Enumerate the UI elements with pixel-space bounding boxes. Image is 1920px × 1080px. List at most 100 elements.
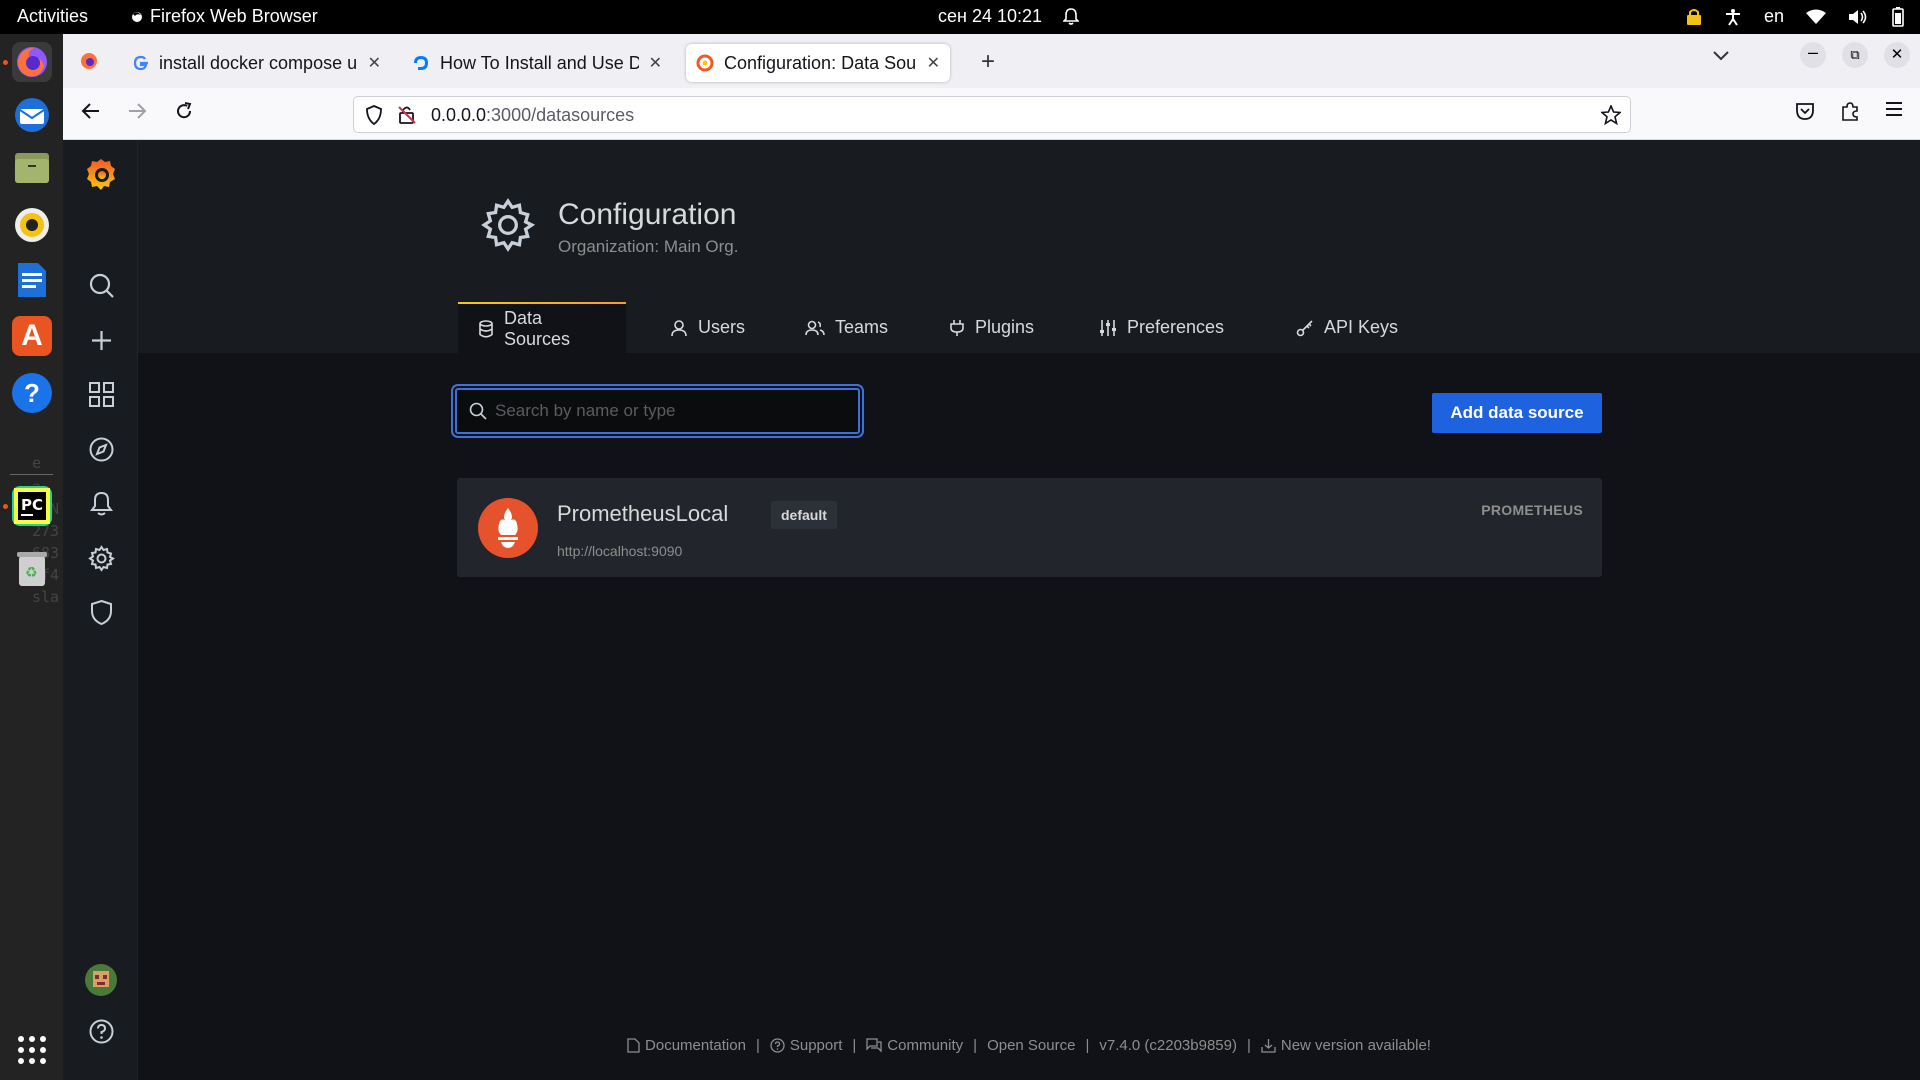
wifi-icon[interactable] [1806,9,1826,25]
insecure-lock-icon[interactable] [398,105,416,125]
writer-dock-icon[interactable] [12,260,52,300]
tab-label: Preferences [1127,317,1225,337]
notification-bell-icon[interactable] [1063,8,1079,26]
open-source-link[interactable]: Open Source [987,1037,1075,1054]
list-all-tabs-chevron-icon[interactable] [1712,50,1730,62]
clock[interactable]: сен 24 10:21 [938,6,1042,27]
tracking-shield-icon[interactable] [365,105,383,125]
vpn-lock-icon[interactable] [1686,8,1702,26]
rhythmbox-dock-icon[interactable] [12,205,52,245]
support-label: Support [789,1037,843,1054]
tab-users[interactable]: Users [650,302,765,353]
support-link[interactable]: Support [770,1037,843,1054]
browser-tab[interactable]: How To Install and Use Do ✕ [402,44,672,82]
url-host: 0.0.0.0 [431,105,487,125]
reload-icon[interactable] [174,101,194,121]
system-top-bar: Activities Firefox Web Browser сен 24 10… [0,0,1920,34]
accessibility-icon[interactable] [1724,8,1742,26]
tab-close-icon[interactable]: ✕ [368,53,381,73]
language-indicator[interactable]: en [1764,6,1784,27]
running-indicator [3,60,8,65]
tab-label: Users [698,317,746,337]
new-version-link[interactable]: New version available! [1261,1037,1431,1054]
datasource-url: http://localhost:9090 [557,543,683,559]
extensions-puzzle-icon[interactable] [1840,101,1860,121]
dashboards-grid-icon[interactable] [88,381,115,408]
footer-separator: | [1246,1037,1251,1054]
tab-close-icon[interactable]: ✕ [927,53,940,73]
pocket-icon[interactable] [1795,101,1815,121]
minimize-window-icon[interactable]: – [1800,42,1826,68]
grafana-sidebar [63,140,138,1080]
show-apps-grid-icon[interactable] [12,1030,52,1070]
tab-plugins[interactable]: Plugins [929,302,1054,353]
help-dock-icon[interactable]: ? [12,373,52,413]
background-terminal-text: e [32,454,42,472]
create-plus-icon[interactable] [88,327,115,354]
tab-api-keys[interactable]: API Keys [1276,302,1418,353]
add-data-source-button[interactable]: Add data source [1432,393,1602,433]
footer-separator: | [852,1037,857,1054]
tab-label: API Keys [1324,317,1399,337]
tab-data-sources[interactable]: Data Sources [458,302,626,353]
browser-tab-active[interactable]: Configuration: Data Sour ✕ [686,44,950,82]
prometheus-logo-icon [478,498,538,558]
search-icon[interactable] [88,272,115,299]
back-arrow-icon[interactable] [81,101,101,121]
new-tab-plus-icon[interactable]: + [981,48,995,76]
search-input[interactable] [495,400,845,422]
community-link[interactable]: Community [866,1037,963,1054]
tab-preferences[interactable]: Preferences [1079,302,1244,353]
datasource-card[interactable]: PrometheusLocal default http://localhost… [457,478,1602,577]
battery-icon[interactable] [1890,6,1906,27]
thunderbird-dock-icon[interactable] [12,95,52,135]
tab-close-icon[interactable]: ✕ [649,53,662,73]
configuration-gear-icon[interactable] [88,545,115,572]
firefox-view-icon[interactable] [80,52,98,70]
activities-button[interactable]: Activities [17,6,88,27]
server-admin-shield-icon[interactable] [88,599,115,626]
footer-separator: | [755,1037,760,1054]
software-a-icon: A [21,319,43,352]
datasource-name[interactable]: PrometheusLocal [557,501,728,527]
question-mark-icon: ? [24,377,40,408]
page-footer: Documentation | Support | Community | Op… [138,1037,1920,1054]
restore-window-icon[interactable]: ⧉ [1842,42,1868,68]
grafana-icon [696,54,714,72]
pycharm-dock-icon[interactable]: PC [12,486,52,526]
application-dock: e a CON 273 683 0f4 sla A ? PC ♻ [0,34,63,1080]
google-icon [133,55,149,71]
trash-dock-icon[interactable]: ♻ [12,548,52,588]
browser-navigation-bar: 0.0.0.0:3000/datasources [63,88,1920,140]
key-icon [1296,319,1314,337]
download-icon [1261,1038,1276,1053]
search-box[interactable] [455,388,860,434]
main-content: Configuration Organization: Main Org. Da… [138,140,1920,1080]
software-center-dock-icon[interactable]: A [12,316,52,356]
app-menu[interactable]: Firefox Web Browser [130,6,318,27]
hamburger-menu-icon[interactable] [1885,101,1903,117]
explore-compass-icon[interactable] [88,436,115,463]
volume-icon[interactable] [1848,9,1868,25]
user-avatar[interactable] [84,963,118,997]
forward-arrow-icon[interactable] [127,101,147,121]
documentation-link[interactable]: Documentation [627,1037,746,1054]
help-question-icon[interactable] [88,1018,115,1045]
grafana-logo-icon[interactable] [82,155,120,193]
svg-text:PC: PC [21,496,43,514]
tab-teams[interactable]: Teams [785,302,908,353]
firefox-dock-icon[interactable] [12,42,52,82]
url-bar[interactable]: 0.0.0.0:3000/datasources [353,96,1631,133]
page-header: Configuration Organization: Main Org. Da… [138,140,1920,353]
dock-separator [10,474,53,475]
community-label: Community [887,1037,964,1054]
document-icon [627,1038,640,1053]
bookmark-star-icon[interactable] [1601,105,1621,125]
datasource-type: PROMETHEUS [1481,502,1583,518]
files-dock-icon[interactable] [12,148,52,188]
plug-icon [949,319,965,337]
comments-icon [866,1038,882,1053]
close-window-icon[interactable]: ✕ [1884,42,1910,68]
browser-tab[interactable]: install docker compose ul ✕ [123,44,391,82]
alerting-bell-icon[interactable] [88,490,115,517]
